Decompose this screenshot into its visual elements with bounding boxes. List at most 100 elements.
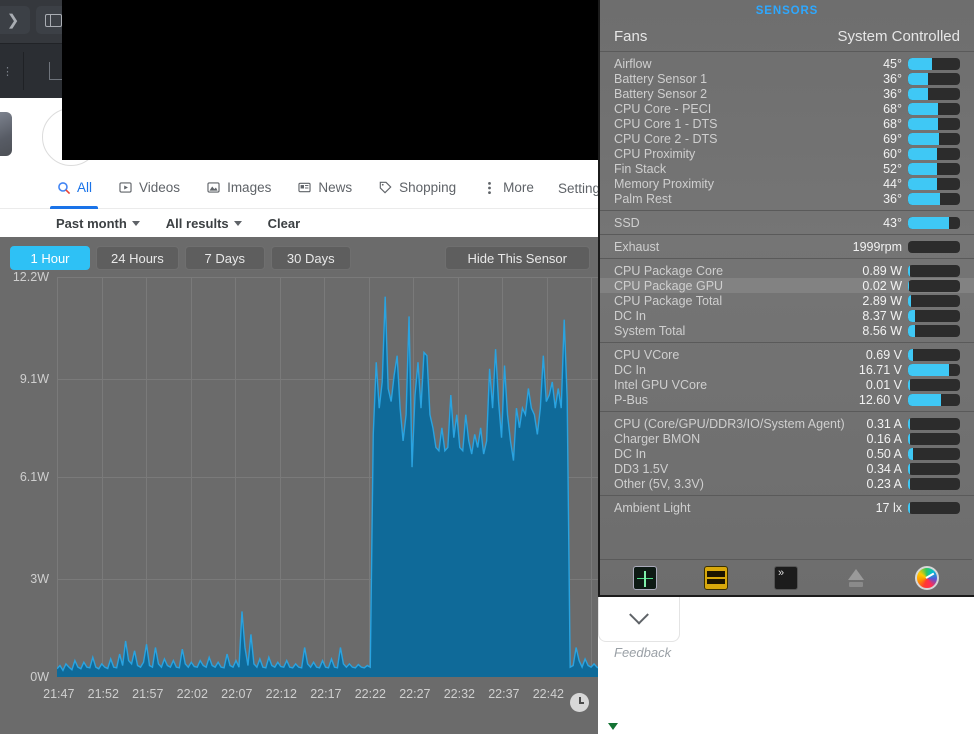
sensor-row[interactable]: Fin Stack 52°	[600, 161, 974, 176]
sensor-value: 44°	[883, 176, 902, 191]
chart-plot-area[interactable]	[57, 277, 600, 677]
sensor-level-bar	[908, 240, 960, 253]
tab-videos[interactable]: Videos	[118, 167, 180, 209]
sensor-value: 2.89 W	[862, 293, 902, 308]
kebab-menu-icon	[482, 180, 497, 195]
sensor-row[interactable]: CPU Core - PECI 68°	[600, 101, 974, 116]
tab-more-label: More	[503, 180, 534, 195]
expand-dropdown[interactable]	[598, 597, 680, 642]
range-24-hours[interactable]: 24 Hours	[96, 246, 179, 270]
forward-arrow-icon[interactable]: ❯	[0, 6, 30, 34]
sensor-label: DD3 1.5V	[614, 461, 669, 476]
fans-mode-value[interactable]: System Controlled	[837, 28, 960, 45]
clock-icon[interactable]	[570, 693, 589, 712]
chart-x-tick-label: 22:37	[488, 687, 520, 701]
settings-label: Settings	[558, 180, 598, 196]
sensor-row[interactable]: System Total 8.56 W	[600, 323, 974, 338]
sensor-row[interactable]: DC In 8.37 W	[600, 308, 974, 323]
sensor-row[interactable]: Airflow 45°	[600, 56, 974, 71]
terminal-icon[interactable]	[773, 565, 798, 590]
sensors-toolbar	[600, 559, 972, 595]
sensor-row[interactable]: DC In 16.71 V	[600, 362, 974, 377]
desk-lamp-icon[interactable]	[844, 566, 868, 590]
sensor-row[interactable]: CPU Core 2 - DTS 69°	[600, 131, 974, 146]
activity-monitor-icon[interactable]	[633, 565, 658, 590]
sensors-panel-title: SENSORS	[755, 5, 819, 17]
sensor-row[interactable]: CPU (Core/GPU/DDR3/IO/System Agent) 0.31 …	[600, 416, 974, 431]
feedback-label[interactable]: Feedback	[614, 645, 671, 660]
sensor-level-bar	[908, 447, 960, 460]
sensor-level-bar	[908, 57, 960, 70]
sensor-row[interactable]: Intel GPU VCore 0.01 V	[600, 377, 974, 392]
settings-link[interactable]: Settings	[558, 167, 598, 209]
sensor-group-ssd: SSD 43°	[600, 211, 974, 235]
range-1-hour[interactable]: 1 Hour	[10, 246, 90, 270]
sensor-row[interactable]: CPU Package GPU 0.02 W	[600, 278, 974, 293]
sensor-row[interactable]: Battery Sensor 1 36°	[600, 71, 974, 86]
sensor-level-bar	[908, 117, 960, 130]
sensor-level-bar	[908, 294, 960, 307]
hide-this-sensor-label: Hide This Sensor	[467, 250, 567, 266]
sensor-label: Exhaust	[614, 239, 660, 254]
collapse-caret-icon[interactable]	[608, 723, 618, 730]
sensor-row[interactable]: DD3 1.5V 0.34 A	[600, 461, 974, 476]
sensor-value: 52°	[883, 161, 902, 176]
range-30-days[interactable]: 30 Days	[270, 246, 351, 270]
chart-x-tick-label: 22:07	[221, 687, 253, 701]
tab-news[interactable]: News	[297, 167, 352, 209]
sensor-row[interactable]: SSD 43°	[600, 215, 974, 230]
filter-past-month[interactable]: Past month	[56, 216, 140, 231]
sensor-row[interactable]: CPU Proximity 60°	[600, 146, 974, 161]
sensor-value: 0.02 W	[862, 278, 902, 293]
sensor-label: Charger BMON	[614, 431, 701, 446]
sensor-level-bar	[908, 348, 960, 361]
warning-sign-icon[interactable]	[703, 565, 728, 590]
tab-all[interactable]: All	[49, 167, 99, 209]
sensor-label: Intel GPU VCore	[614, 377, 708, 392]
sensor-row[interactable]: CPU Core 1 - DTS 68°	[600, 116, 974, 131]
tab-shopping[interactable]: Shopping	[378, 167, 456, 209]
tab-more[interactable]: More	[482, 167, 534, 209]
filter-past-month-label: Past month	[56, 215, 127, 231]
sensor-row[interactable]: CPU Package Total 2.89 W	[600, 293, 974, 308]
sensor-value: 0.01 V	[865, 377, 902, 392]
filter-all-results-label: All results	[165, 215, 229, 231]
sensor-row[interactable]: Memory Proximity 44°	[600, 176, 974, 191]
sensor-row[interactable]: CPU Package Core 0.89 W	[600, 263, 974, 278]
sensor-group-voltage: CPU VCore 0.69 V DC In 16.71 V Intel GPU VCo…	[600, 343, 974, 412]
sensor-group-power: CPU Package Core 0.89 W CPU Package GPU 0.0…	[600, 259, 974, 343]
sensor-value: 8.37 W	[862, 308, 902, 323]
filter-all-results[interactable]: All results	[166, 216, 242, 231]
sensor-label: P-Bus	[614, 392, 649, 407]
color-gauge-icon[interactable]	[914, 565, 939, 590]
filter-clear[interactable]: Clear	[268, 216, 301, 231]
sensor-label: DC In	[614, 362, 646, 377]
sensor-row[interactable]: Palm Rest 36°	[600, 191, 974, 206]
sensors-panel: SENSORS Fans System Controlled Airflow 45…	[598, 0, 974, 597]
sensor-level-bar	[908, 309, 960, 322]
chart-series	[57, 296, 600, 677]
sensor-level-bar	[908, 417, 960, 430]
sensor-label: CPU VCore	[614, 347, 680, 362]
range-1-hour-label: 1 Hour	[30, 250, 70, 266]
sensor-row[interactable]: CPU VCore 0.69 V	[600, 347, 974, 362]
tab-images[interactable]: Images	[206, 167, 271, 209]
sensor-row[interactable]: Charger BMON 0.16 A	[600, 431, 974, 446]
sensor-row[interactable]: DC In 0.50 A	[600, 446, 974, 461]
tab-shopping-label: Shopping	[399, 180, 457, 195]
sensor-graph-window: 1 Hour 24 Hours 7 Days 30 Days Hide This…	[0, 237, 600, 734]
sensor-row[interactable]: Exhaust 1999rpm	[600, 239, 974, 254]
sensor-row[interactable]: Ambient Light 17 lx	[600, 500, 974, 515]
range-7-days[interactable]: 7 Days	[184, 246, 265, 270]
sensor-label: Battery Sensor 1	[614, 71, 708, 86]
time-range-selector: 1 Hour 24 Hours 7 Days 30 Days Hide This…	[0, 245, 600, 271]
page-bottom-right: Feedback	[598, 597, 974, 734]
sensor-row[interactable]: Battery Sensor 2 36°	[600, 86, 974, 101]
hide-this-sensor-button[interactable]: Hide This Sensor	[444, 246, 590, 270]
sensor-level-bar	[908, 216, 960, 229]
sensor-row[interactable]: Other (5V, 3.3V) 0.23 A	[600, 476, 974, 491]
chart-y-axis: 12.2W 9.1W 6.1W 3W 0W	[0, 270, 55, 684]
sensor-value: 0.34 A	[866, 461, 902, 476]
browser-tab-1[interactable]: ⋮	[0, 52, 24, 90]
sensor-row[interactable]: P-Bus 12.60 V	[600, 392, 974, 407]
